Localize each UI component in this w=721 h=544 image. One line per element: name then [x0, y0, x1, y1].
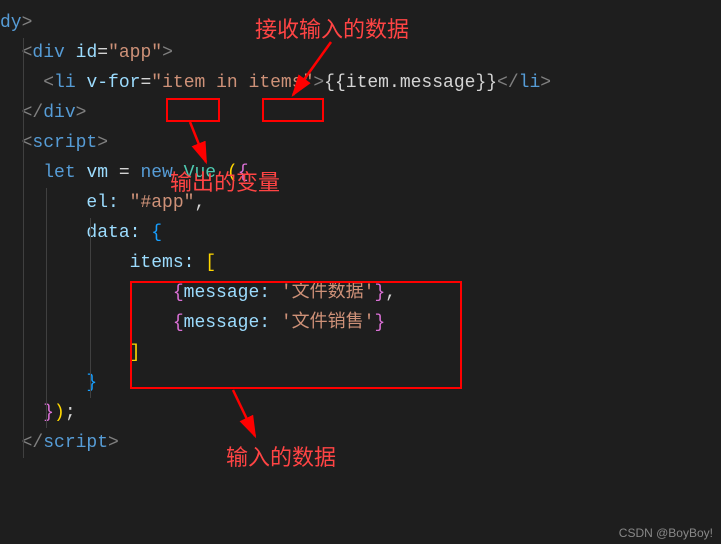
- watermark: CSDN @BoyBoy!: [619, 526, 713, 540]
- code-line: {message: '文件数据'},: [0, 278, 721, 308]
- code-line: items: [: [0, 248, 721, 278]
- code-line: {message: '文件销售'}: [0, 308, 721, 338]
- code-line: data: {: [0, 218, 721, 248]
- code-line: </div>: [0, 98, 721, 128]
- code-line: <script>: [0, 128, 721, 158]
- code-line: ]: [0, 338, 721, 368]
- annotation-bottom: 输入的数据: [226, 440, 336, 472]
- code-line: <li v-for="item in items">{{item.message…: [0, 68, 721, 98]
- indent-guide: [23, 38, 24, 458]
- code-line: }: [0, 368, 721, 398]
- code-line: let vm = new Vue ({: [0, 158, 721, 188]
- code-line: });: [0, 398, 721, 428]
- annotation-top: 接收输入的数据: [255, 12, 409, 44]
- code-line: el: "#app",: [0, 188, 721, 218]
- code-line: </script>: [0, 428, 721, 458]
- tag-fragment: dy: [0, 13, 22, 33]
- indent-guide: [90, 218, 91, 398]
- annotation-mid: 输出的变量: [170, 165, 280, 197]
- indent-guide: [46, 188, 47, 428]
